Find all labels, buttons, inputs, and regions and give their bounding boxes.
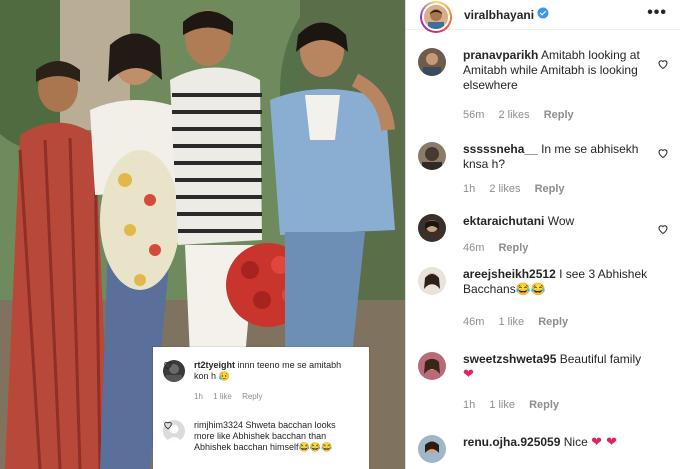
heart-outline-icon[interactable] [163,420,173,430]
avatar[interactable] [418,352,446,380]
comment-meta: 1h 1 like Reply [463,399,570,411]
avatar-image-icon [418,214,446,242]
comment-meta: 1h 2 likes Reply [463,183,576,195]
comment-username[interactable]: areejsheikh2512 [463,267,556,281]
comment-body: Nice [563,435,588,449]
comment-body: Beautiful family [559,352,642,366]
inset-comment-user[interactable]: rt2tyeight [194,360,235,370]
profile-photo-icon [424,5,448,29]
comment-username[interactable]: sssssneha__ [463,142,538,156]
photo-inset-comments: rt2tyeight innn teeno me se amitabh kon … [153,347,369,469]
post-photo: rt2tyeight innn teeno me se amitabh kon … [0,0,405,469]
avatar-image-icon [418,142,446,170]
avatar-image-icon [418,267,446,295]
comment-likes[interactable]: 1 like [489,399,515,411]
comment-body: Wow [547,214,575,228]
avatar-image-icon [418,48,446,76]
more-options-button[interactable]: ••• [647,4,667,22]
reply-button[interactable]: Reply [544,109,574,121]
comment-time: 1h [463,183,476,195]
comment-time: 56m [463,109,485,121]
comment-username[interactable]: sweetzshweta95 [463,352,556,366]
comments-panel: viralbhayani ••• pranavparikh Amitabh lo… [405,0,680,469]
comment-likes[interactable]: 2 likes [498,109,529,121]
comment-text: sweetzshweta95 Beautiful family ❤ [463,352,653,382]
reply-button[interactable]: Reply [538,316,568,328]
inset-comment-text: rimjhim3324 Shweta bacchan looks more li… [194,420,344,453]
heart-outline-icon[interactable] [163,360,173,370]
comment-username[interactable]: ektaraichutani [463,214,544,228]
inset-comment-user[interactable]: rimjhim3324 [194,420,243,430]
avatar[interactable] [418,142,446,170]
heart-outline-icon[interactable] [657,58,669,70]
comment-meta: 46m 1 like Reply [463,316,579,328]
comment-time: 46m [463,316,485,328]
post-username[interactable]: viralbhayani [464,8,534,22]
inset-comment-time: 1h [194,392,203,401]
avatar[interactable] [418,435,446,463]
reply-button[interactable]: Reply [529,399,559,411]
avatar-image-icon [418,352,446,380]
comment-time: 1h [463,399,476,411]
reply-button[interactable]: Reply [498,242,528,254]
comment-text: renu.ojha.925059 Nice ❤ ❤ [463,435,653,450]
verified-badge-icon [537,7,549,19]
comment-meta: 46m Reply [463,242,539,254]
reply-button[interactable]: Reply [535,183,565,195]
inset-comment-text: rt2tyeight innn teeno me se amitabh kon … [194,360,344,382]
red-heart-emoji: ❤ ❤ [591,435,618,450]
comment-text: areejsheikh2512 I see 3 Abhishek Bacchan… [463,267,653,297]
avatar[interactable] [418,267,446,295]
heart-outline-icon[interactable] [657,223,669,235]
inset-comment-meta: 1h 1 like Reply [194,392,271,401]
avatar[interactable] [418,214,446,242]
comment-username[interactable]: renu.ojha.925059 [463,435,560,449]
comment-username[interactable]: pranavparikh [463,48,538,62]
avatar[interactable] [418,48,446,76]
post-header: viralbhayani ••• [406,0,680,33]
inset-reply-button[interactable]: Reply [242,392,262,401]
red-heart-emoji: ❤ [463,367,474,382]
comment-likes[interactable]: 1 like [498,316,524,328]
comment-text: pranavparikh Amitabh looking at Amitabh … [463,48,653,93]
comment-text: ektaraichutani Wow [463,214,653,229]
avatar-image-icon [418,435,446,463]
comment-text: sssssneha__ In me se abhisekh knsa h? [463,142,653,172]
comment-likes[interactable]: 2 likes [489,183,520,195]
heart-outline-icon[interactable] [657,147,669,159]
comment-meta: 56m 2 likes Reply [463,109,585,121]
comment-time: 46m [463,242,485,254]
avatar[interactable] [420,1,452,33]
inset-comment-likes[interactable]: 1 like [213,392,232,401]
avatar-image [422,3,450,31]
